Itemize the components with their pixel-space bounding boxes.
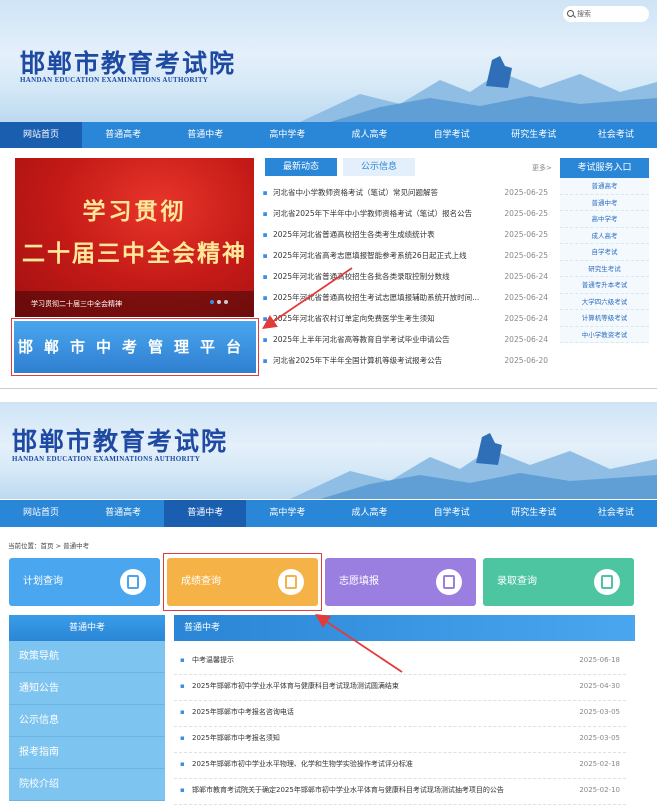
annotation-arrow-bottom <box>315 614 403 673</box>
annotation-arrow-top <box>262 267 353 330</box>
screenshot-separator <box>0 388 657 400</box>
